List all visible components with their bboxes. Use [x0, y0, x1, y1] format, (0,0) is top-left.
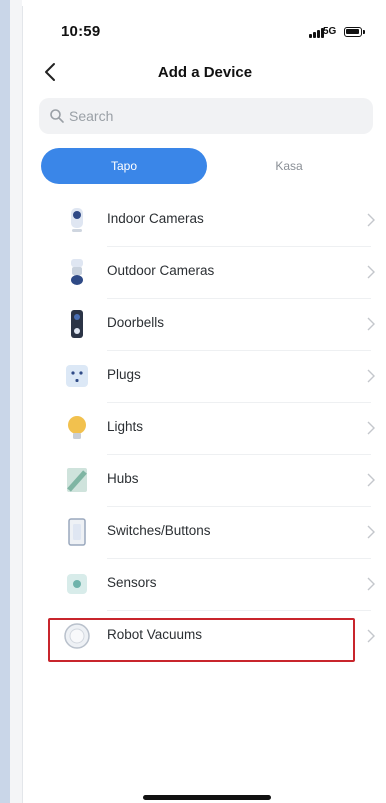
- list-item-sensors[interactable]: Sensors: [41, 558, 375, 610]
- sensor-icon: [67, 574, 87, 594]
- search-icon: [50, 109, 64, 123]
- list-item-hubs[interactable]: Hubs: [41, 454, 375, 506]
- list-item-label: Indoor Cameras: [107, 211, 204, 226]
- switch-icon: [68, 518, 86, 546]
- background-window-strip: [0, 0, 10, 803]
- phone-screen: 10:59 5G Add a Device Tapo Kasa: [22, 6, 386, 803]
- hub-icon: [67, 468, 87, 492]
- network-label: 5G: [323, 26, 337, 37]
- chevron-right-icon: [367, 369, 375, 383]
- chevron-right-icon: [367, 317, 375, 331]
- list-item-outdoor-cameras[interactable]: Outdoor Cameras: [41, 246, 375, 298]
- status-time: 10:59: [61, 23, 101, 40]
- outdoor-camera-icon: [71, 259, 83, 285]
- list-item-indoor-cameras[interactable]: Indoor Cameras: [41, 194, 375, 246]
- status-bar: 10:59 5G: [23, 6, 386, 54]
- chevron-right-icon: [367, 629, 375, 643]
- chevron-right-icon: [367, 213, 375, 227]
- list-item-lights[interactable]: Lights: [41, 402, 375, 454]
- page-title: Add a Device: [157, 64, 253, 81]
- doorbell-icon: [71, 310, 83, 338]
- plug-icon: [66, 365, 88, 387]
- list-item-label: Plugs: [107, 367, 141, 382]
- chevron-right-icon: [367, 525, 375, 539]
- list-item-label: Sensors: [107, 575, 157, 590]
- chevron-right-icon: [367, 421, 375, 435]
- battery-icon: [344, 27, 365, 37]
- background-window-edge: [10, 0, 22, 803]
- search-input[interactable]: [69, 98, 359, 134]
- home-indicator: [143, 795, 271, 800]
- nav-bar: Add a Device: [23, 54, 386, 94]
- light-bulb-icon: [68, 416, 86, 439]
- robot-vacuums-highlight-box: [48, 618, 355, 662]
- list-item-label: Doorbells: [107, 315, 165, 330]
- list-item-switches-buttons[interactable]: Switches/Buttons: [41, 506, 375, 558]
- brand-segmented-control: Tapo Kasa: [41, 148, 371, 184]
- tab-kasa[interactable]: Kasa: [207, 148, 371, 184]
- chevron-right-icon: [367, 265, 375, 279]
- list-item-label: Switches/Buttons: [107, 523, 211, 538]
- list-item-label: Lights: [107, 419, 144, 434]
- list-item-label: Hubs: [107, 471, 139, 486]
- list-item-doorbells[interactable]: Doorbells: [41, 298, 375, 350]
- list-item-plugs[interactable]: Plugs: [41, 350, 375, 402]
- chevron-right-icon: [367, 473, 375, 487]
- search-bar[interactable]: [39, 98, 373, 134]
- indoor-camera-icon: [71, 208, 83, 232]
- list-item-label: Outdoor Cameras: [107, 263, 215, 278]
- tab-tapo[interactable]: Tapo: [41, 148, 207, 184]
- chevron-right-icon: [367, 577, 375, 591]
